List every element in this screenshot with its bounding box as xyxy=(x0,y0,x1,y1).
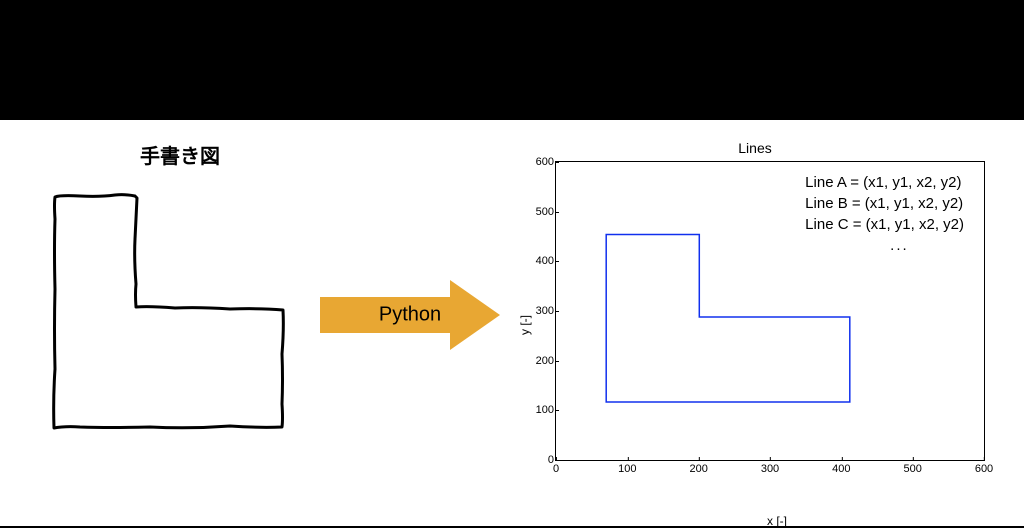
chart-title: Lines xyxy=(510,140,1000,156)
content-area: 手書き図 Python Lines Line A = (x1, y1, x2, … xyxy=(0,120,1024,526)
x-tick-400: 400 xyxy=(832,463,850,475)
x-ticks: 0 100 200 300 400 500 600 xyxy=(556,463,984,478)
python-arrow: Python xyxy=(320,280,500,350)
y-tick-100: 100 xyxy=(524,404,554,416)
y-axis-label: y [-] xyxy=(518,315,532,335)
arrow-label: Python xyxy=(379,304,441,327)
x-tick-0: 0 xyxy=(553,463,559,475)
y-tick-500: 500 xyxy=(524,206,554,218)
x-tick-300: 300 xyxy=(761,463,779,475)
handdrawn-shape xyxy=(40,179,290,439)
y-tick-200: 200 xyxy=(524,355,554,367)
chart-plot-area: Line A = (x1, y1, x2, y2) Line B = (x1, … xyxy=(555,161,985,461)
annotation-more: ... xyxy=(805,235,964,256)
line-annotations: Line A = (x1, y1, x2, y2) Line B = (x1, … xyxy=(805,172,964,256)
handdrawn-title: 手書き図 xyxy=(40,140,320,169)
annotation-line-c: Line C = (x1, y1, x2, y2) xyxy=(805,214,964,235)
y-tick-600: 600 xyxy=(524,156,554,168)
y-tick-400: 400 xyxy=(524,255,554,267)
x-tick-100: 100 xyxy=(618,463,636,475)
y-ticks: 0 100 200 300 400 500 600 xyxy=(524,162,554,460)
x-tick-500: 500 xyxy=(903,463,921,475)
left-panel: 手書き図 xyxy=(40,140,320,439)
chart-panel: Lines Line A = (x1, y1, x2, y2) Line B =… xyxy=(510,140,1000,510)
y-tick-0: 0 xyxy=(524,454,554,466)
annotation-line-b: Line B = (x1, y1, x2, y2) xyxy=(805,193,964,214)
x-tick-600: 600 xyxy=(975,463,993,475)
annotation-line-a: Line A = (x1, y1, x2, y2) xyxy=(805,172,964,193)
x-tick-200: 200 xyxy=(689,463,707,475)
